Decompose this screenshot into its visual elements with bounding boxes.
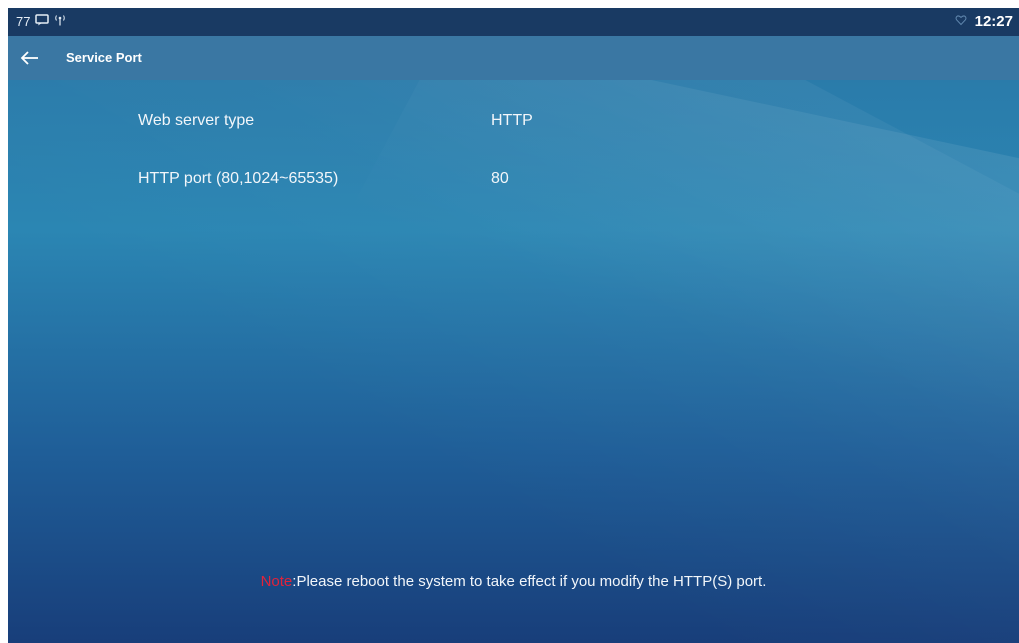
note-text: :Please reboot the system to take effect… xyxy=(292,573,767,590)
back-button[interactable] xyxy=(18,46,42,70)
notification-count: 77 xyxy=(16,14,31,29)
phone-screen: 77 12:27 Service Port Web server type HT… xyxy=(8,8,1019,643)
setting-value: HTTP xyxy=(491,112,533,129)
status-right: 12:27 xyxy=(955,13,1013,30)
web-server-type-row[interactable]: Web server type HTTP xyxy=(8,92,1019,150)
heart-icon xyxy=(955,14,967,29)
setting-value: 80 xyxy=(491,170,509,187)
note-prefix: Note xyxy=(260,573,293,590)
setting-label: Web server type xyxy=(138,112,255,129)
settings-list: Web server type HTTP HTTP port (80,1024~… xyxy=(8,92,1019,208)
page-title: Service Port xyxy=(66,50,142,65)
clock: 12:27 xyxy=(974,13,1013,30)
http-port-row[interactable]: HTTP port (80,1024~65535) 80 xyxy=(8,150,1019,208)
antenna-icon xyxy=(54,14,66,29)
status-bar: 77 12:27 xyxy=(8,8,1019,36)
setting-label: HTTP port (80,1024~65535) xyxy=(138,170,339,187)
status-left: 77 xyxy=(16,14,66,29)
reboot-note: Note:Please reboot the system to take ef… xyxy=(8,573,1019,590)
title-bar: Service Port xyxy=(8,36,1019,80)
message-icon xyxy=(35,14,50,29)
arrow-left-icon xyxy=(18,51,42,74)
